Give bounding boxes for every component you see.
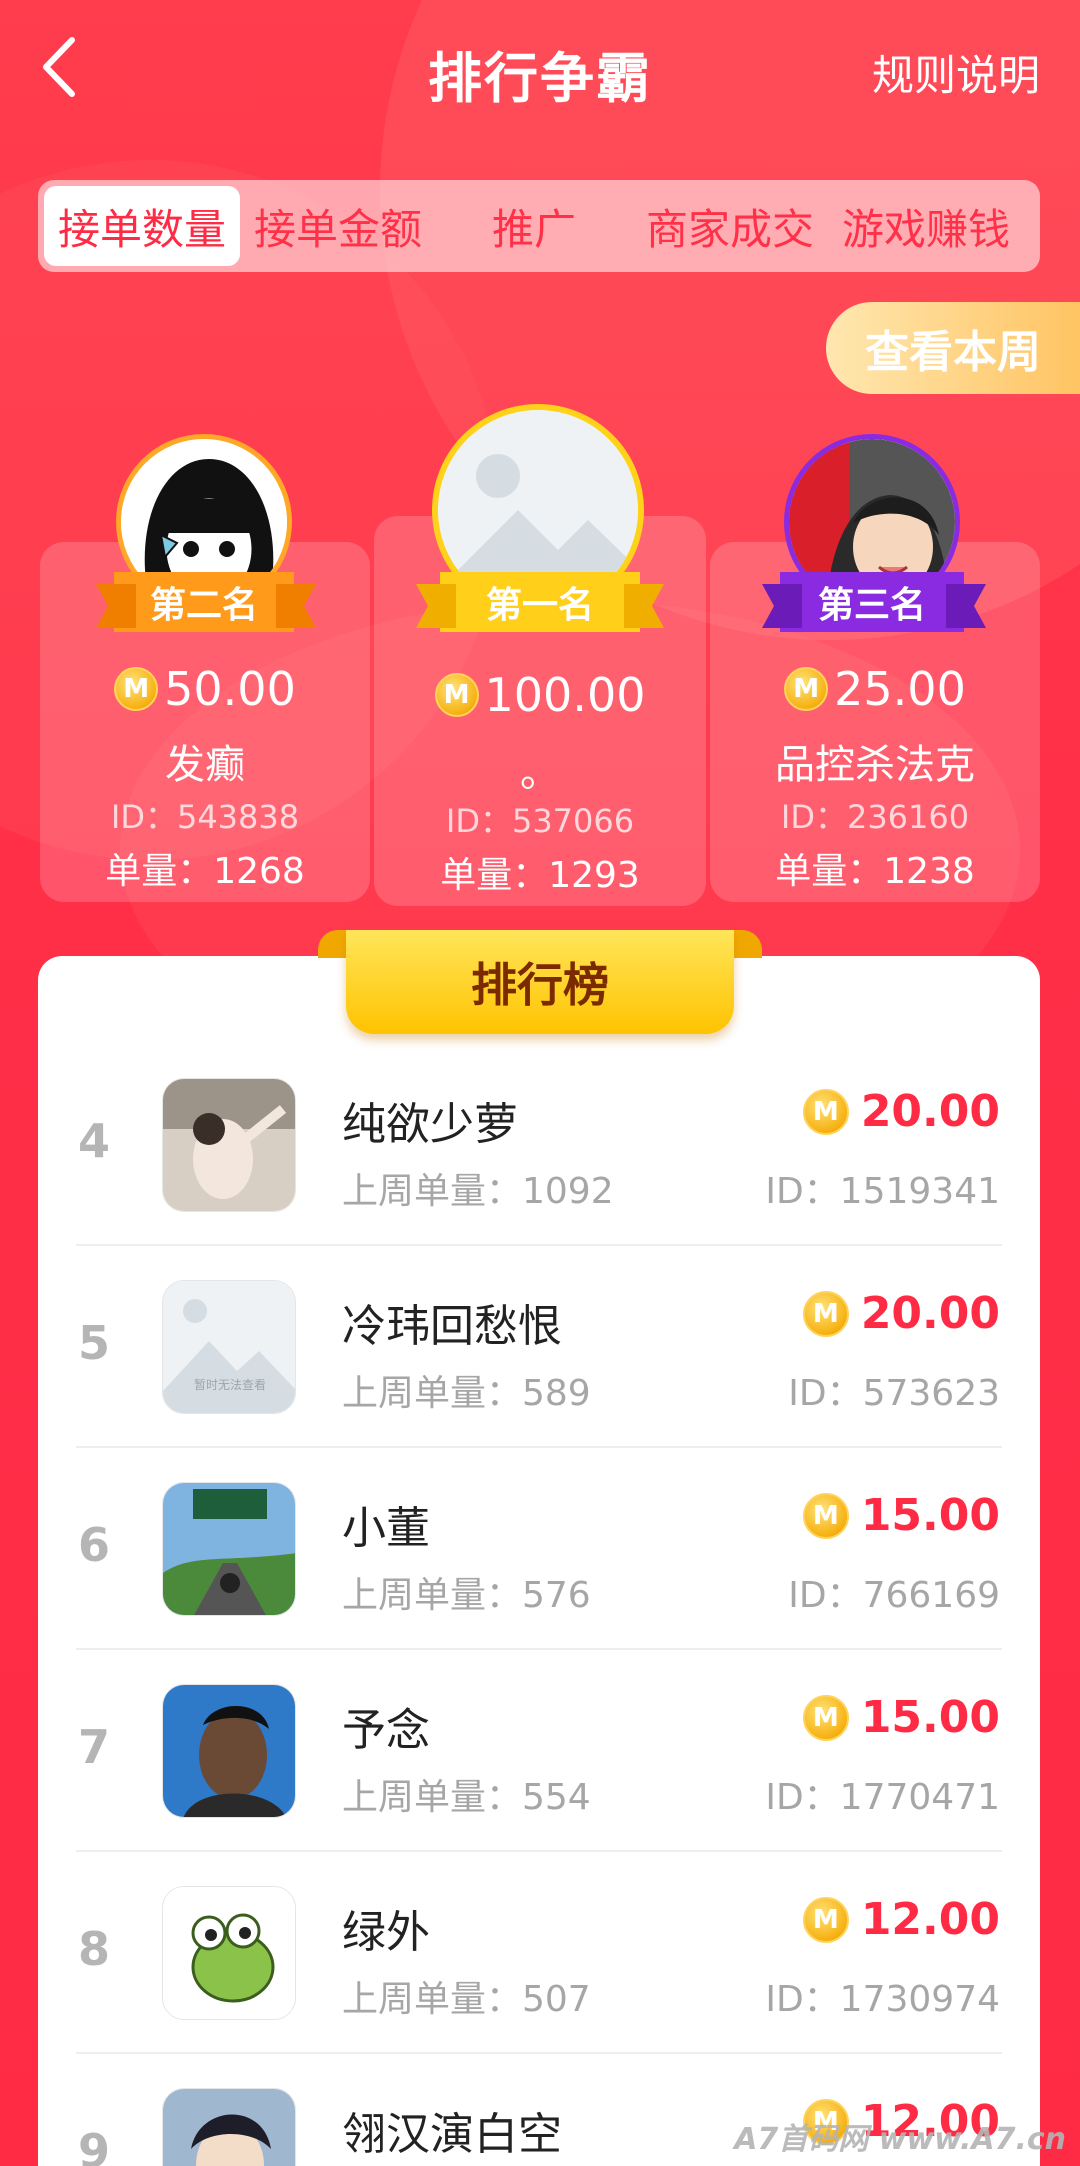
user-id: ID：1519341: [765, 1171, 1000, 1212]
podium-third-name: 品控杀法克: [775, 742, 975, 788]
avatar: [162, 1886, 296, 2020]
podium-first-money: M 100.00: [374, 668, 706, 722]
rank-number: 8: [78, 1922, 111, 1976]
podium-first-count: 单量：1293: [440, 855, 640, 896]
last-week-count: 上周单量：576: [342, 1575, 591, 1616]
reward-amount: M 15.00: [802, 1692, 1000, 1743]
rank-number: 9: [78, 2124, 111, 2166]
leaderboard-title: 排行榜: [346, 930, 734, 1034]
coin-icon: M: [434, 673, 479, 717]
avatar: 暂时无法查看: [162, 1280, 296, 1414]
tab-promotion[interactable]: 推广: [436, 186, 632, 266]
view-this-week-button[interactable]: 查看本周: [826, 302, 1080, 394]
avatar: [162, 1078, 296, 1212]
reward-amount: M 15.00: [802, 1490, 1000, 1541]
avatar: [162, 1482, 296, 1616]
tab-order-amount[interactable]: 接单金额: [240, 186, 436, 266]
rules-link[interactable]: 规则说明: [872, 42, 1040, 103]
podium-second-money: M 50.00: [40, 662, 370, 716]
user-name: 冷玮回愁恨: [342, 1301, 562, 1352]
category-tabs: 接单数量 接单金额 推广 商家成交 游戏赚钱: [38, 180, 1040, 272]
coin-icon: M: [802, 1492, 849, 1539]
reward-amount: M 20.00: [802, 1288, 1000, 1339]
list-item[interactable]: 5 暂时无法查看 冷玮回愁恨 上周单量：589 M 20.00 ID：573623: [38, 1246, 1040, 1448]
rank-number: 7: [78, 1720, 111, 1774]
list-item[interactable]: 8 绿外 上周单量：507 M 12.00 ID：1730974: [38, 1852, 1040, 2054]
user-id: ID：573623: [788, 1373, 1000, 1414]
list-item[interactable]: 6 小董 上周单量：576 M 15.00 ID：766169: [38, 1448, 1040, 1650]
podium-second-id: ID：543838: [110, 798, 300, 836]
last-week-count: 上周单量：1092: [342, 1171, 614, 1212]
avatar: [162, 2088, 296, 2166]
podium-first-name: 。: [520, 750, 560, 796]
user-name: 纯欲少萝: [342, 1099, 518, 1150]
user-id: ID：766169: [788, 1575, 1000, 1616]
rank-ribbon-second: 第二名: [114, 572, 294, 632]
user-name: 绿外: [342, 1907, 430, 1958]
list-item[interactable]: 4 纯欲少萝 上周单量：1092 M 20.00 ID：1519341: [38, 1044, 1040, 1246]
coin-icon: M: [784, 667, 829, 711]
user-id: ID：1730974: [765, 1979, 1000, 2020]
coin-icon: M: [114, 667, 159, 711]
tab-game-earn[interactable]: 游戏赚钱: [828, 186, 1024, 266]
podium-second-name: 发癫: [165, 742, 245, 788]
svg-text:暂时无法查看: 暂时无法查看: [194, 1378, 266, 1392]
avatar: [162, 1684, 296, 1818]
rank-ribbon-first: 第一名: [440, 572, 640, 632]
coin-icon: M: [802, 1896, 849, 1943]
user-id: ID：1770471: [765, 1777, 1000, 1818]
tab-merchant-deal[interactable]: 商家成交: [632, 186, 828, 266]
reward-amount: M 12.00: [802, 1894, 1000, 1945]
tab-order-count[interactable]: 接单数量: [44, 186, 240, 266]
podium-third-money: M 25.00: [710, 662, 1040, 716]
coin-icon: M: [802, 1694, 849, 1741]
watermark: A7首码网 www.A7.cn: [734, 2122, 1066, 2157]
rank-number: 4: [78, 1114, 111, 1168]
last-week-count: 上周单量：554: [342, 1777, 591, 1818]
rank-number: 5: [78, 1316, 111, 1370]
header: 排行争霸 规则说明: [0, 0, 1080, 140]
user-name: 翎汉演白空: [342, 2109, 562, 2160]
coin-icon: M: [802, 1290, 849, 1337]
rank-number: 6: [78, 1518, 111, 1572]
coin-icon: M: [802, 1088, 849, 1135]
user-name: 小董: [342, 1503, 430, 1554]
reward-amount: M 20.00: [802, 1086, 1000, 1137]
last-week-count: 上周单量：507: [342, 1979, 591, 2020]
podium-second-count: 单量：1268: [105, 851, 305, 892]
podium-third-count: 单量：1238: [775, 851, 975, 892]
last-week-count: 上周单量：589: [342, 1373, 591, 1414]
user-name: 予念: [342, 1705, 430, 1756]
podium-first-id: ID：537066: [445, 802, 635, 840]
rank-ribbon-third: 第三名: [780, 572, 964, 632]
list-item[interactable]: 7 予念 上周单量：554 M 15.00 ID：1770471: [38, 1650, 1040, 1852]
podium-third-id: ID：236160: [780, 798, 970, 836]
leaderboard-header: 排行榜: [310, 930, 770, 1038]
